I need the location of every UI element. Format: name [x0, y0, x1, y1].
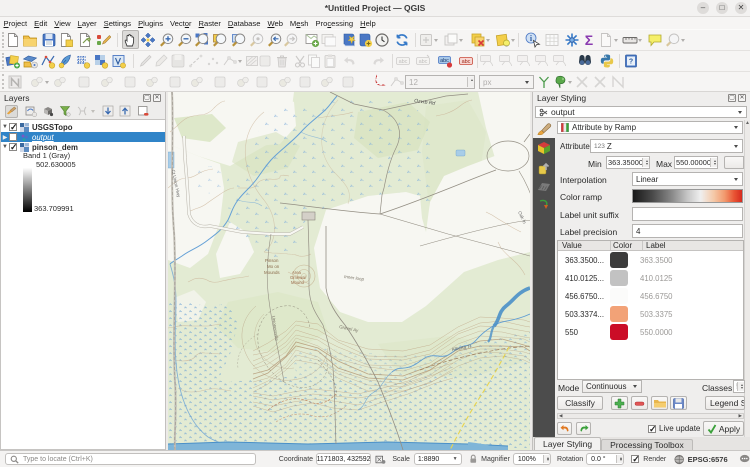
- svg-text:Σ: Σ: [585, 32, 593, 48]
- svg-text:Mounds: Mounds: [264, 270, 280, 275]
- svg-text:Mo on: Mo on: [267, 264, 280, 269]
- svg-text:abc: abc: [462, 59, 471, 65]
- svg-text:Mound: Mound: [291, 280, 304, 285]
- svg-text:Pinson: Pinson: [265, 258, 279, 263]
- svg-text:?: ?: [629, 59, 633, 66]
- svg-text:abc: abc: [419, 59, 428, 65]
- svg-text:abc: abc: [399, 59, 408, 65]
